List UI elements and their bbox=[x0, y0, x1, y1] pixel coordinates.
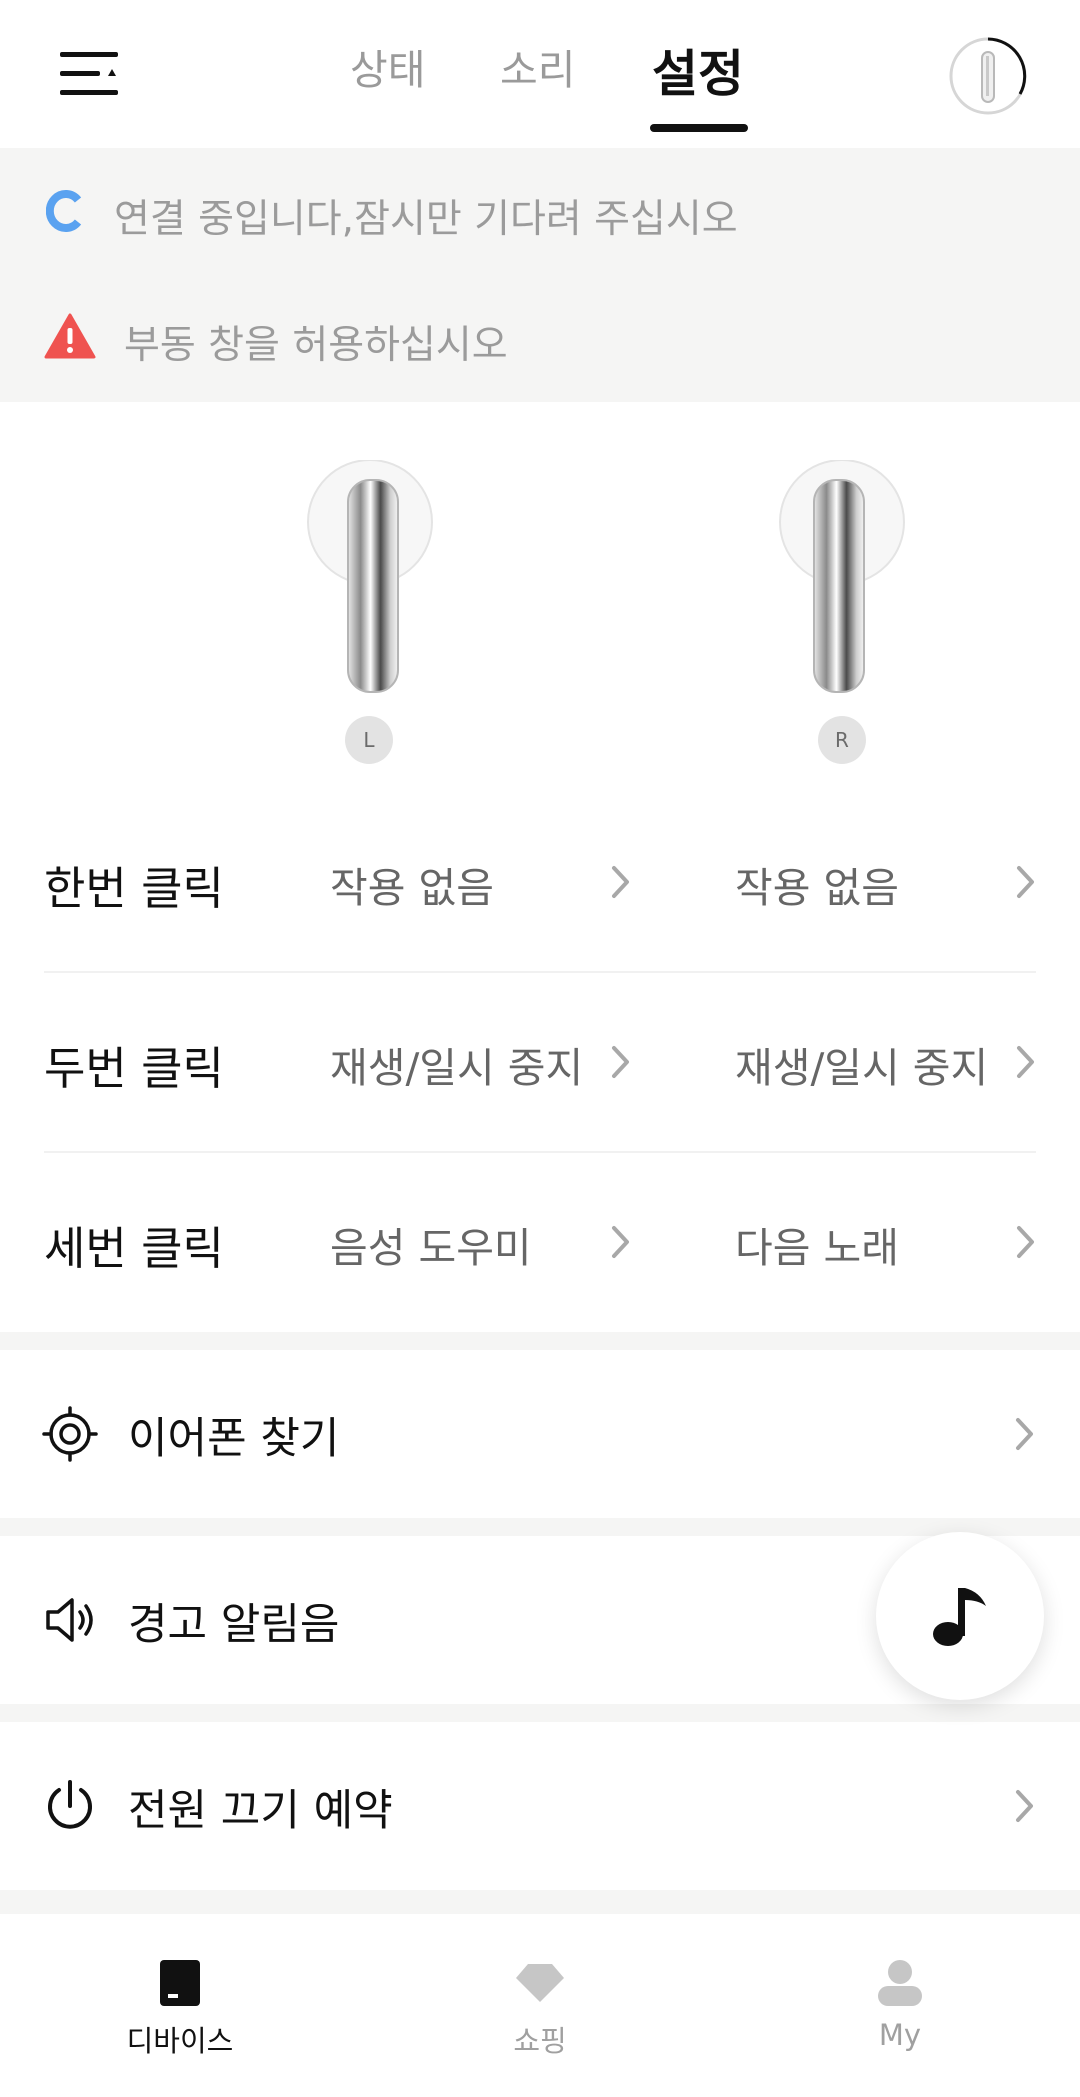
speaker-icon bbox=[46, 1598, 93, 1642]
left-action-value: 작용 없음 bbox=[330, 864, 494, 912]
triple-click-row: 세번 클릭 음성 도우미 다음 노래 bbox=[0, 1152, 1080, 1332]
nav-my[interactable]: My bbox=[800, 1956, 1000, 2066]
chevron-right-icon bbox=[1017, 1046, 1034, 1078]
gesture-label: 세번 클릭 bbox=[44, 1222, 224, 1275]
settings-page: 상태 소리 설정 연결 중입니다,잠시만 기다려 주십시오 부동 창을 허용하십… bbox=[0, 0, 1080, 2097]
right-action-selector[interactable]: 다음 노래 bbox=[735, 1214, 1035, 1272]
left-action-selector[interactable]: 재생/일시 중지 bbox=[330, 1034, 630, 1092]
section-separator bbox=[0, 1890, 1080, 1914]
gesture-label: 두번 클릭 bbox=[44, 1042, 224, 1095]
chevron-right-icon bbox=[612, 1226, 629, 1258]
single-click-row: 한번 클릭 작용 없음 작용 없음 bbox=[0, 792, 1080, 972]
person-icon bbox=[878, 1960, 922, 2006]
nav-shop-label: 쇼핑 bbox=[513, 2024, 567, 2058]
power-off-schedule-label: 전원 끄기 예약 bbox=[128, 1786, 393, 1836]
left-earbud-image bbox=[307, 460, 433, 693]
find-earbuds-label: 이어폰 찾기 bbox=[128, 1414, 340, 1464]
right-action-value: 작용 없음 bbox=[735, 864, 899, 912]
chevron-right-icon bbox=[1017, 866, 1034, 898]
device-icon bbox=[160, 1960, 200, 2006]
tab-sound[interactable]: 소리 bbox=[500, 36, 575, 96]
left-action-selector[interactable]: 음성 도우미 bbox=[330, 1214, 630, 1272]
float-window-notice[interactable]: 부동 창을 허용하십시오 bbox=[0, 298, 1080, 378]
nav-devices-label: 디바이스 bbox=[126, 2024, 234, 2058]
tab-settings[interactable]: 설정 bbox=[652, 34, 744, 106]
nav-devices[interactable]: 디바이스 bbox=[80, 1956, 280, 2066]
chevron-right-icon bbox=[612, 1046, 629, 1078]
find-earbuds-row[interactable]: 이어폰 찾기 bbox=[0, 1350, 1080, 1518]
top-bar: 상태 소리 설정 bbox=[0, 0, 1080, 148]
connecting-text: 연결 중입니다,잠시만 기다려 주십시오 bbox=[114, 197, 738, 242]
left-action-value: 재생/일시 중지 bbox=[330, 1044, 584, 1092]
crosshair-icon bbox=[42, 1406, 98, 1462]
section-separator bbox=[0, 1332, 1080, 1350]
connecting-notice: 연결 중입니다,잠시만 기다려 주십시오 bbox=[0, 172, 1080, 252]
chevron-right-icon bbox=[1016, 1418, 1033, 1450]
right-action-value: 다음 노래 bbox=[735, 1224, 899, 1272]
tab-status[interactable]: 상태 bbox=[350, 36, 425, 96]
nav-shop[interactable]: 쇼핑 bbox=[440, 1956, 640, 2066]
active-tab-indicator bbox=[650, 124, 748, 132]
music-note-icon bbox=[933, 1588, 986, 1646]
right-action-selector[interactable]: 재생/일시 중지 bbox=[735, 1034, 1035, 1092]
left-action-selector[interactable]: 작용 없음 bbox=[330, 854, 630, 912]
nav-my-label: My bbox=[878, 2018, 922, 2052]
double-click-row: 두번 클릭 재생/일시 중지 재생/일시 중지 bbox=[0, 972, 1080, 1152]
left-action-value: 음성 도우미 bbox=[330, 1224, 532, 1272]
chevron-right-icon bbox=[612, 866, 629, 898]
gesture-label: 한번 클릭 bbox=[44, 862, 224, 915]
diamond-icon bbox=[516, 1964, 564, 2002]
alert-tone-label: 경고 알림음 bbox=[128, 1600, 340, 1650]
right-action-selector[interactable]: 작용 없음 bbox=[735, 854, 1035, 912]
loading-c-icon bbox=[46, 190, 82, 232]
float-window-text: 부동 창을 허용하십시오 bbox=[124, 323, 508, 368]
section-separator bbox=[0, 1704, 1080, 1722]
chevron-right-icon bbox=[1017, 1226, 1034, 1258]
left-badge: L bbox=[345, 716, 393, 764]
right-action-value: 재생/일시 중지 bbox=[735, 1044, 989, 1092]
warning-icon bbox=[44, 313, 96, 359]
bottom-nav: 디바이스 쇼핑 My bbox=[0, 1914, 1080, 2097]
music-float-button[interactable] bbox=[876, 1532, 1044, 1700]
right-earbud-image bbox=[779, 460, 905, 693]
right-badge: R bbox=[818, 716, 866, 764]
power-off-schedule-row[interactable]: 전원 끄기 예약 bbox=[0, 1722, 1080, 1890]
power-icon bbox=[48, 1780, 92, 1829]
chevron-right-icon bbox=[1016, 1790, 1033, 1822]
earbud-case-icon[interactable] bbox=[948, 36, 1028, 116]
menu-icon[interactable] bbox=[58, 50, 122, 98]
section-separator bbox=[0, 1518, 1080, 1536]
